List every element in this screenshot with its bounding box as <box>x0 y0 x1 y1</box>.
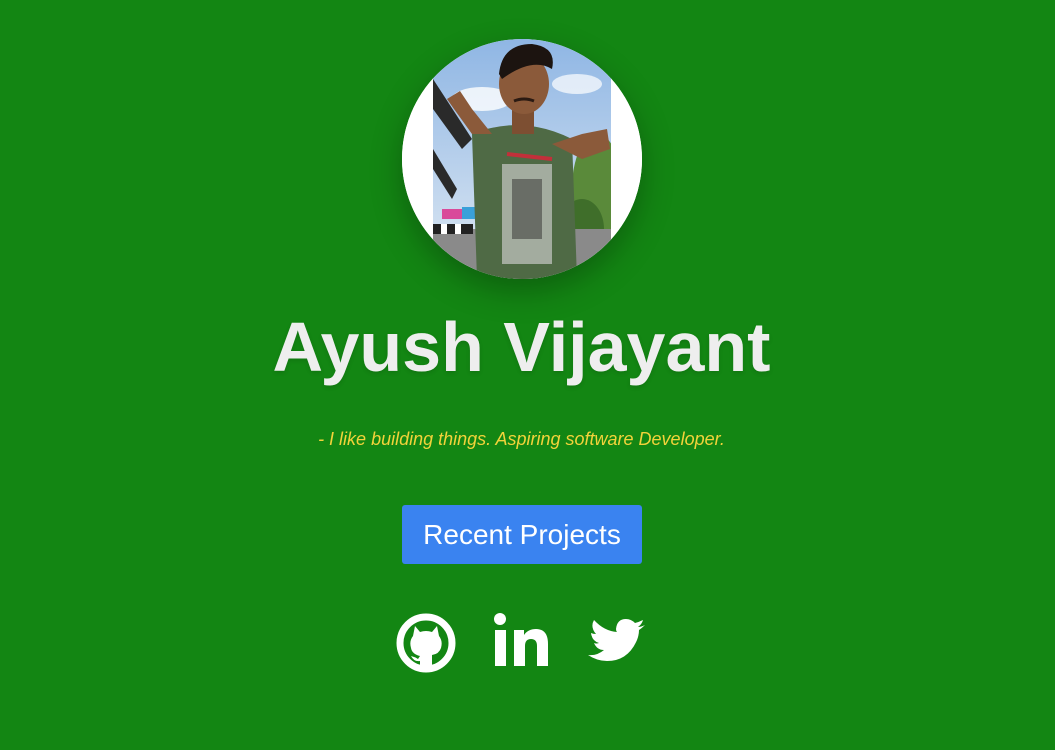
profile-name: Ayush Vijayant <box>272 308 771 386</box>
linkedin-icon <box>494 613 548 666</box>
profile-tagline: - I like building things. Aspiring softw… <box>318 429 725 449</box>
github-icon <box>396 613 456 673</box>
twitter-link[interactable] <box>587 612 647 674</box>
github-link[interactable] <box>396 612 456 674</box>
twitter-icon <box>588 619 645 661</box>
linkedin-link[interactable] <box>494 612 550 674</box>
profile-avatar <box>402 39 642 279</box>
profile-photo-icon <box>402 39 642 279</box>
recent-projects-button[interactable]: Recent Projects <box>402 505 642 564</box>
social-links <box>0 612 1043 674</box>
